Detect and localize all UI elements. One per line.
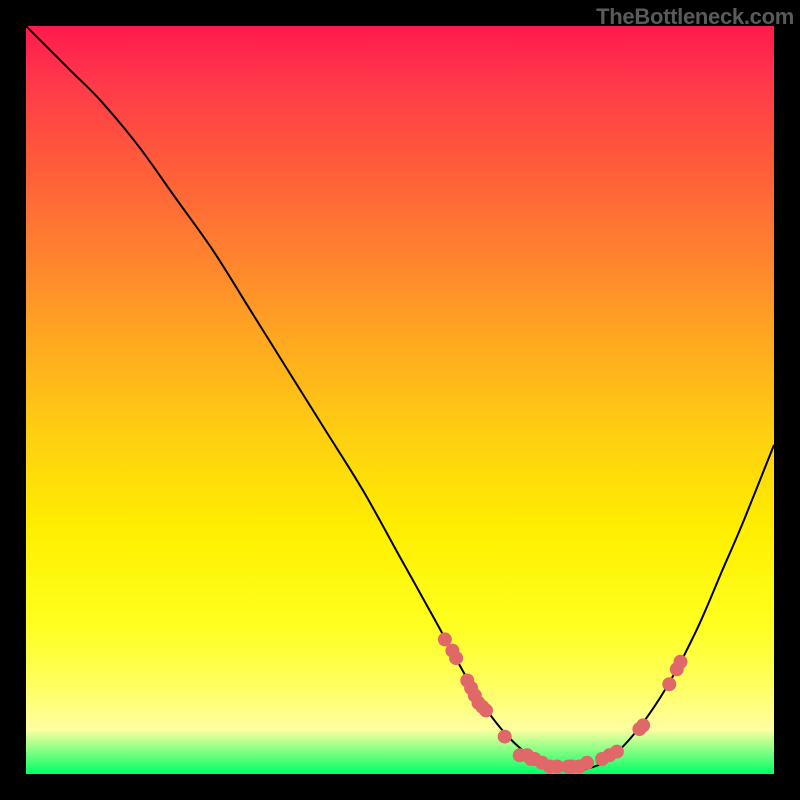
data-markers	[438, 632, 688, 773]
data-point	[662, 677, 676, 691]
bottleneck-curve	[26, 26, 774, 771]
data-point	[580, 756, 594, 770]
data-point	[610, 745, 624, 759]
data-point	[479, 703, 493, 717]
data-point	[449, 651, 463, 665]
data-point	[636, 718, 650, 732]
watermark-text: TheBottleneck.com	[596, 4, 794, 30]
plot-area	[26, 26, 774, 774]
chart-svg	[26, 26, 774, 774]
data-point	[674, 655, 688, 669]
chart-container: TheBottleneck.com	[0, 0, 800, 800]
data-point	[498, 730, 512, 744]
